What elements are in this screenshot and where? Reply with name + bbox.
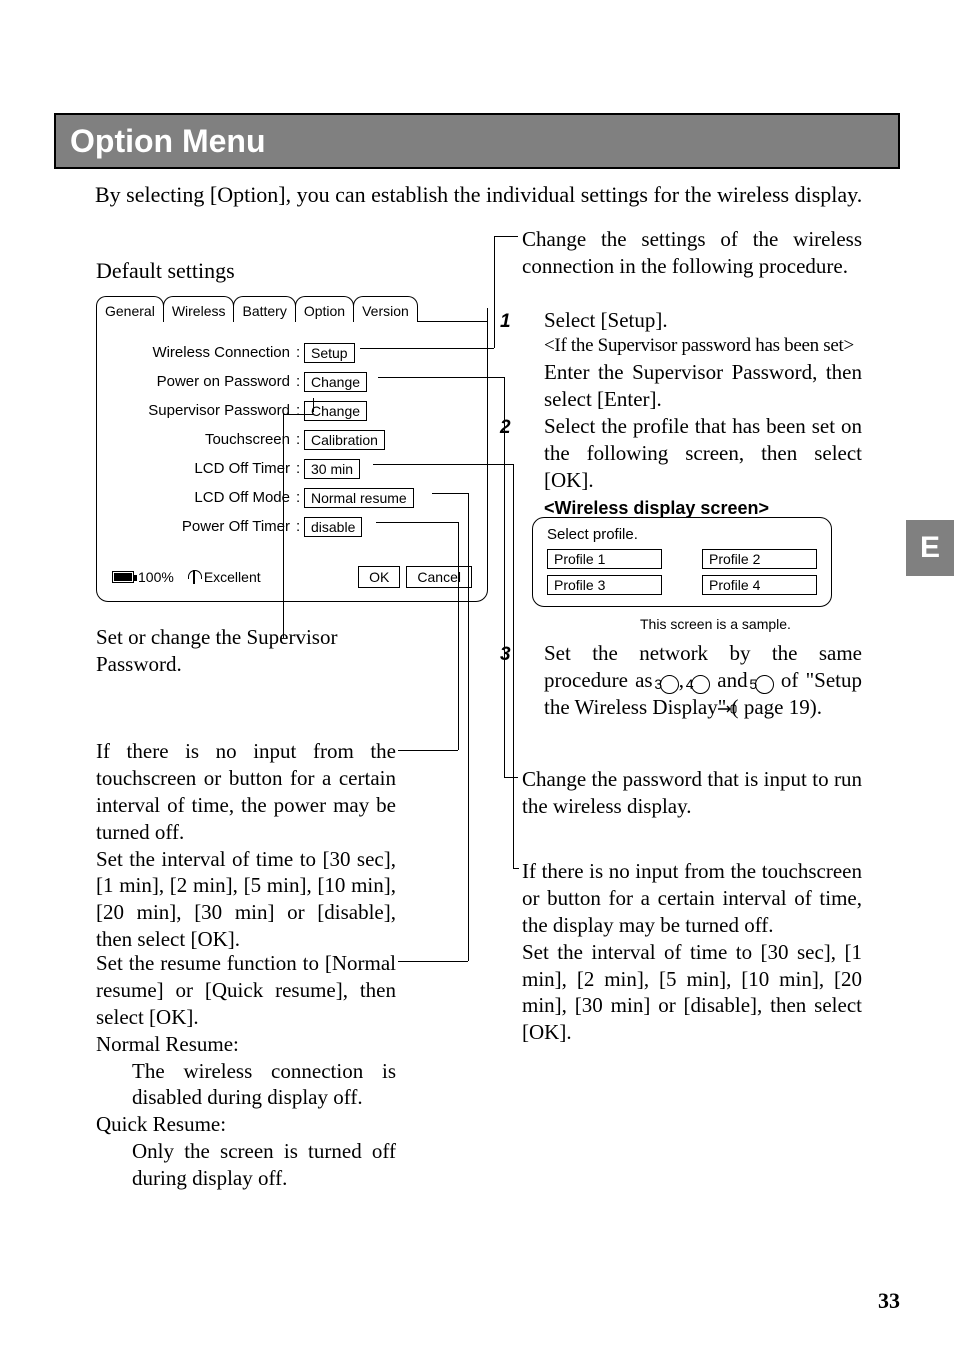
conn-intro-block: Change the settings of the wireless conn… — [522, 226, 862, 280]
tab-bar: General Wireless Battery Option Version — [96, 296, 488, 322]
row-supervisor-password: Supervisor Password: Change — [108, 396, 476, 425]
cancel-button[interactable]: Cancel — [406, 566, 472, 588]
option-settings-panel: General Wireless Battery Option Version … — [96, 296, 488, 602]
section-header: Option Menu — [54, 113, 900, 169]
signal-icon — [188, 570, 200, 584]
profile-3-button[interactable]: Profile 3 — [547, 575, 662, 595]
resume-block: Set the resume function to [Normal resum… — [96, 950, 396, 1192]
tab-battery[interactable]: Battery — [233, 296, 295, 322]
normal-resume-heading: Normal Resume: — [96, 1031, 396, 1058]
battery-percent: 100% — [138, 569, 174, 585]
label-touchscreen: Touchscreen — [108, 431, 296, 448]
step-2: 2Select the profile that has been set on… — [522, 413, 862, 521]
supervisor-note: Set or change the Supervisor Password. — [96, 624, 396, 678]
value-wireless-connection[interactable]: Setup — [304, 343, 355, 363]
label-power-on-password: Power on Password — [108, 373, 296, 390]
default-settings-label: Default settings — [96, 258, 235, 284]
label-lcd-off-mode: LCD Off Mode — [108, 489, 296, 506]
step2-num: 2 — [522, 416, 544, 440]
step1-condition: <If the Supervisor password has been set… — [522, 334, 862, 358]
password-block: Change the password that is input to run… — [522, 766, 862, 820]
label-power-off-timer: Power Off Timer — [108, 518, 296, 535]
step3-num: 3 — [522, 643, 544, 667]
circled-4-icon: 4 — [691, 675, 710, 694]
sample-note: This screen is a sample. — [640, 616, 791, 632]
row-power-on-password: Power on Password: Change — [108, 367, 476, 396]
tab-wireless[interactable]: Wireless — [163, 296, 235, 322]
ok-button[interactable]: OK — [358, 566, 400, 588]
row-touchscreen: Touchscreen: Calibration — [108, 425, 476, 454]
tab-option[interactable]: Option — [295, 296, 354, 322]
profile-select-panel: Select profile. Profile 1 Profile 2 Prof… — [532, 517, 832, 607]
battery-icon — [112, 571, 134, 583]
value-touchscreen[interactable]: Calibration — [304, 430, 385, 450]
value-lcd-off-timer[interactable]: 30 min — [304, 459, 360, 479]
profile-2-button[interactable]: Profile 2 — [702, 549, 817, 569]
step-1: 1Select [Setup]. <If the Supervisor pass… — [522, 307, 862, 412]
normal-resume-body: The wireless connection is disabled duri… — [96, 1058, 396, 1112]
row-lcd-off-timer: LCD Off Timer: 30 min — [108, 454, 476, 483]
page-number: 33 — [878, 1288, 900, 1314]
profile-4-button[interactable]: Profile 4 — [702, 575, 817, 595]
value-power-on-password[interactable]: Change — [304, 372, 367, 392]
value-lcd-off-mode[interactable]: Normal resume — [304, 488, 414, 508]
value-power-off-timer[interactable]: disable — [304, 517, 362, 537]
row-wireless-connection: Wireless Connection: Setup — [108, 338, 476, 367]
power-off-block: If there is no input from the touchscree… — [96, 738, 396, 953]
step1-num: 1 — [522, 310, 544, 334]
circled-3-icon: 3 — [660, 675, 679, 694]
label-supervisor-password: Supervisor Password — [108, 402, 296, 419]
row-lcd-off-mode: LCD Off Mode: Normal resume — [108, 483, 476, 512]
tab-general[interactable]: General — [96, 296, 164, 322]
section-title: Option Menu — [70, 123, 266, 160]
wireless-screen-heading: <Wireless display screen> — [544, 498, 769, 518]
intro-text: By selecting [Option], you can establish… — [95, 182, 895, 208]
tab-version[interactable]: Version — [353, 296, 418, 322]
profile-select-title: Select profile. — [547, 526, 817, 543]
row-power-off-timer: Power Off Timer: disable — [108, 512, 476, 541]
circled-5-icon: 5 — [755, 675, 774, 694]
step-3: 3Set the network by the same procedure a… — [522, 640, 862, 723]
quick-resume-body: Only the screen is turned off during dis… — [96, 1138, 396, 1192]
profile-1-button[interactable]: Profile 1 — [547, 549, 662, 569]
status-bar: 100% Excellent OK Cancel — [112, 566, 472, 588]
label-lcd-off-timer: LCD Off Timer — [108, 460, 296, 477]
label-wireless-connection: Wireless Connection — [108, 344, 296, 361]
side-tab-e: E — [906, 520, 954, 576]
lcd-timer-block: If there is no input from the touchscree… — [522, 858, 862, 1046]
quick-resume-heading: Quick Resume: — [96, 1111, 396, 1138]
step1-sub: Enter the Supervisor Password, then sele… — [522, 359, 862, 413]
signal-label: Excellent — [204, 569, 261, 585]
